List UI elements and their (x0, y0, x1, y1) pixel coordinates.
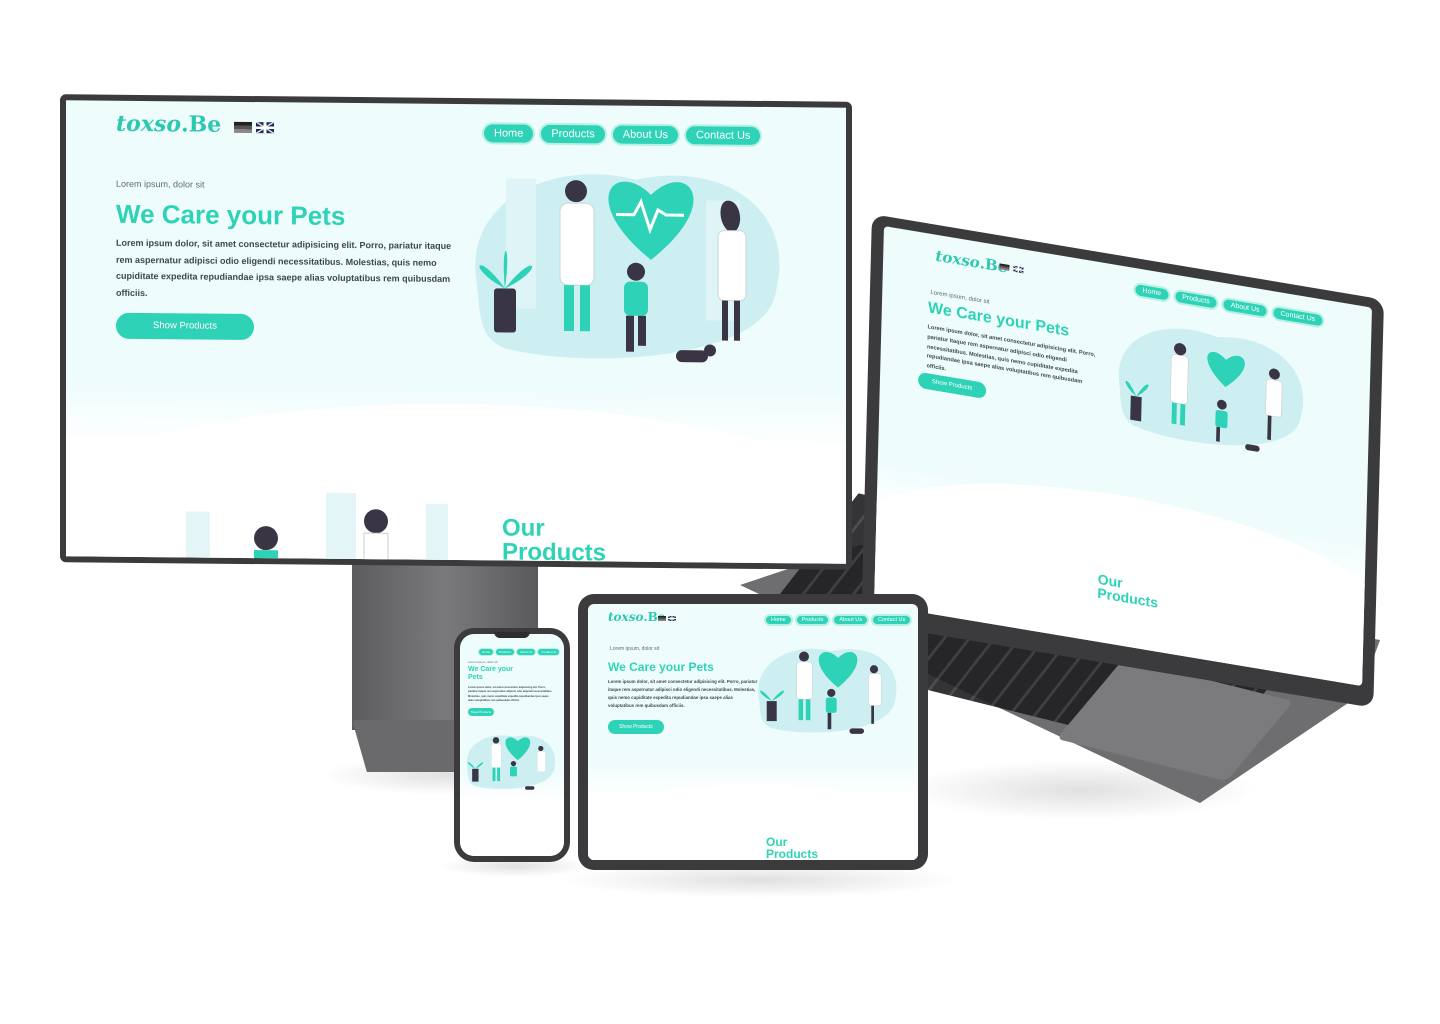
nav-products[interactable]: Products (539, 122, 607, 146)
dog-icon (849, 728, 864, 734)
phone-screen: Home Products About Us Contact Us Lorem … (460, 634, 564, 856)
dog-icon (1245, 444, 1260, 452)
flag-uk-icon[interactable] (668, 616, 676, 621)
flag-de-icon[interactable] (234, 121, 252, 134)
monitor-screen: toxso.Be Home Products About Us Contact … (66, 100, 846, 564)
laptop-site: toxso.Be Home Products About Us Contact … (874, 226, 1372, 686)
nav-contact-us[interactable]: Contact Us (871, 614, 913, 626)
flag-de-icon[interactable] (658, 616, 666, 621)
nav-home[interactable]: Home (764, 614, 793, 626)
tablet-screen: toxso.Be Home Products About Us Contact … (588, 604, 918, 860)
dog-icon (525, 786, 535, 790)
site-logo[interactable]: toxso.Be (608, 610, 665, 624)
hero-kicker: Lorem ipsum, dolor sit (468, 660, 498, 664)
nav-home[interactable]: Home (478, 648, 495, 656)
nav-about-us[interactable]: About Us (515, 648, 537, 656)
hero-illustration (466, 735, 556, 790)
nav-about-us[interactable]: About Us (610, 123, 681, 147)
nav-contact-us[interactable]: Contact Us (684, 124, 763, 147)
section-illustration (186, 492, 448, 564)
section-title-our-products: Our Products (502, 514, 607, 564)
hero-title: We Care your Pets (468, 666, 513, 682)
tablet-site: toxso.Be Home Products About Us Contact … (588, 604, 918, 860)
nav-about-us[interactable]: About Us (832, 614, 870, 626)
section-title-our-products: Our Products (1097, 570, 1159, 611)
hero-body: Lorem ipsum dolor, sit amet consectetur … (116, 237, 452, 298)
show-products-button[interactable]: Show Products (468, 708, 494, 716)
hero-title: We Care your Pets (116, 198, 346, 231)
phone-site: Home Products About Us Contact Us Lorem … (460, 634, 564, 856)
hero-illustration (758, 648, 897, 734)
nav-contact-us[interactable]: Contact Us (537, 648, 561, 656)
hero-kicker: Lorem ipsum, dolor sit (116, 178, 205, 190)
show-products-button[interactable]: Show Products (116, 312, 254, 341)
show-products-button[interactable]: Show Products (608, 720, 664, 734)
section-title-our-products: Our Products (766, 835, 819, 860)
hero-illustration (475, 174, 780, 363)
nav-products[interactable]: Products (1172, 288, 1219, 311)
hero-illustration (1118, 328, 1304, 452)
nav-home[interactable]: Home (1133, 281, 1171, 303)
laptop-screen: toxso.Be Home Products About Us Contact … (874, 226, 1372, 686)
monitor-site: toxso.Be Home Products About Us Contact … (66, 100, 846, 564)
flag-uk-icon[interactable] (256, 122, 274, 134)
nav-home[interactable]: Home (482, 122, 536, 145)
hero-body: Lorem ipsum dolor, sit amet consectetur … (468, 686, 553, 703)
nav-contact-us[interactable]: Contact Us (1271, 304, 1325, 329)
child-icon (509, 760, 517, 777)
site-logo[interactable]: toxso.Be (116, 111, 221, 138)
nav-products[interactable]: Products (495, 648, 515, 656)
hero-body: Lorem ipsum dolor, sit amet consectetur … (608, 679, 758, 708)
hero-kicker: Lorem ipsum, dolor sit (610, 646, 660, 652)
phone-notch (494, 632, 530, 638)
nav-about-us[interactable]: About Us (1221, 296, 1269, 320)
hero-title: We Care your Pets (608, 660, 714, 674)
nav-products[interactable]: Products (794, 614, 831, 626)
flag-uk-icon[interactable] (1013, 265, 1024, 274)
site-logo[interactable]: toxso.Be (935, 247, 1007, 277)
